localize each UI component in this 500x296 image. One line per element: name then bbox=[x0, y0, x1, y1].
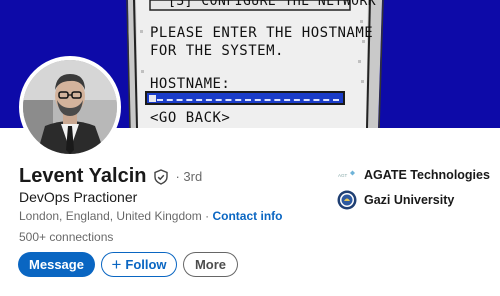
banner-line-2: FOR THE SYSTEM. bbox=[150, 43, 284, 59]
name-row: Levent Yalcin · 3rd bbox=[19, 165, 202, 188]
avatar-photo bbox=[23, 60, 117, 154]
follow-button[interactable]: + Follow bbox=[101, 252, 177, 277]
profile-name: Levent Yalcin bbox=[19, 165, 147, 187]
connection-degree: · 3rd bbox=[175, 169, 203, 184]
org-current-company[interactable]: AGT AGATE Technologies bbox=[337, 165, 490, 185]
banner-hostname-label: HOSTNAME: bbox=[150, 76, 231, 92]
follow-button-label: Follow bbox=[125, 257, 167, 272]
banner-line-1: PLEASE ENTER THE HOSTNAME bbox=[150, 25, 374, 41]
message-button-label: Message bbox=[29, 257, 84, 272]
profile-headline: DevOps Practioner bbox=[19, 189, 138, 205]
message-button[interactable]: Message bbox=[18, 252, 95, 277]
contact-info-link[interactable]: Contact info bbox=[212, 209, 282, 223]
connections-count[interactable]: 500+ connections bbox=[19, 230, 113, 244]
agate-logo-icon: AGT bbox=[337, 165, 357, 185]
profile-avatar[interactable] bbox=[19, 56, 121, 158]
banner-hostname-field bbox=[145, 91, 345, 105]
more-button[interactable]: More bbox=[183, 252, 238, 277]
profile-location: London, England, United Kingdom · bbox=[19, 209, 210, 223]
verified-shield-icon[interactable] bbox=[153, 168, 169, 185]
more-button-label: More bbox=[194, 257, 227, 272]
plus-icon: + bbox=[111, 255, 122, 274]
svg-text:AGT: AGT bbox=[338, 173, 348, 178]
org-name: AGATE Technologies bbox=[364, 168, 490, 182]
location-row: London, England, United Kingdom · Contac… bbox=[19, 209, 282, 223]
org-name: Gazi University bbox=[364, 193, 455, 207]
banner-field-underline bbox=[157, 99, 339, 101]
banner-cursor bbox=[149, 95, 156, 102]
gazi-university-seal-icon bbox=[337, 190, 357, 210]
org-education[interactable]: Gazi University bbox=[337, 190, 454, 210]
banner-title: [3] CONFIGURE THE NETWORK bbox=[168, 0, 377, 9]
banner-go-back: <GO BACK> bbox=[150, 110, 231, 126]
